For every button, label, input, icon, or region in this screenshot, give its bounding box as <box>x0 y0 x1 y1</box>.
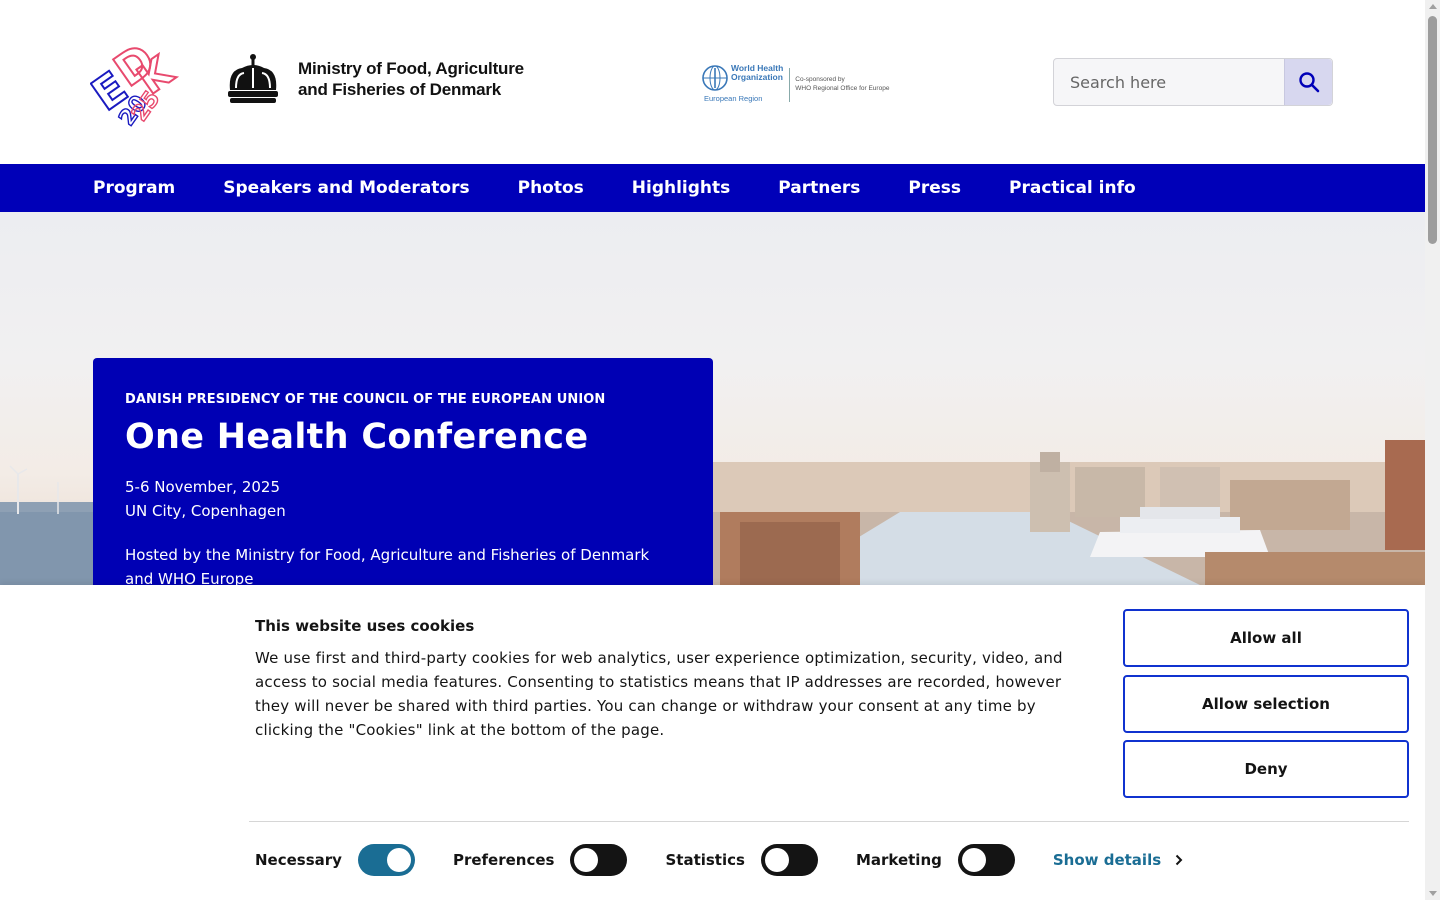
ministry-line1: Ministry of Food, Agriculture <box>298 59 524 78</box>
who-logo[interactable]: World Health Organization European Regio… <box>701 64 889 103</box>
hero-banner: DANISH PRESIDENCY OF THE COUNCIL OF THE … <box>0 212 1425 585</box>
toggle-label-preferences: Preferences <box>452 851 555 869</box>
toggle-statistics[interactable] <box>760 844 818 876</box>
nav-item-press[interactable]: Press <box>908 178 961 198</box>
hero-date: 5-6 November, 2025 <box>125 478 281 496</box>
hero-date-location: 5-6 November, 2025 UN City, Copenhagen <box>125 475 681 523</box>
hero-title: One Health Conference <box>125 417 589 457</box>
show-details-link[interactable]: Show details <box>1053 851 1183 869</box>
chevron-right-icon <box>1175 854 1183 866</box>
toggle-necessary[interactable] <box>357 844 415 876</box>
hero-card: DANISH PRESIDENCY OF THE COUNCIL OF THE … <box>93 358 713 585</box>
toggle-knob <box>574 848 599 872</box>
toggle-knob <box>961 848 986 872</box>
cookie-description: We use first and third-party cookies for… <box>255 649 1063 739</box>
scroll-thumb[interactable] <box>1428 16 1437 244</box>
search-button[interactable] <box>1284 59 1332 105</box>
who-emblem-icon <box>702 65 728 91</box>
search-box <box>1053 58 1333 106</box>
nav-item-partners[interactable]: Partners <box>778 178 860 198</box>
who-cosponsor: Co-sponsored by WHO Regional Office for … <box>795 75 889 93</box>
cookie-toggles: Necessary Preferences Statistics Marketi… <box>255 844 1183 876</box>
search-input[interactable] <box>1054 59 1284 105</box>
toggle-marketing[interactable] <box>957 844 1015 876</box>
toggle-knob <box>764 848 789 872</box>
ministry-name: Ministry of Food, Agriculture and Fisher… <box>298 58 524 100</box>
ministry-logo[interactable]: Ministry of Food, Agriculture and Fisher… <box>222 52 524 106</box>
nav-item-highlights[interactable]: Highlights <box>632 178 731 198</box>
site-header: E D K 20 25 Ministry of Food, Agricultur… <box>0 0 1425 164</box>
nav-item-program[interactable]: Program <box>93 178 175 198</box>
who-cospons-line1: Co-sponsored by <box>795 76 845 83</box>
toggle-knob <box>386 848 411 872</box>
hero-host: Hosted by the Ministry for Food, Agricul… <box>125 546 650 585</box>
scroll-down-arrow-icon[interactable] <box>1429 891 1437 896</box>
show-details-label: Show details <box>1052 851 1162 869</box>
scroll-up-arrow-icon[interactable] <box>1429 4 1437 9</box>
toggle-label-statistics: Statistics <box>665 851 745 869</box>
toggle-label-necessary: Necessary <box>255 851 342 869</box>
deny-button[interactable]: Deny <box>1123 740 1409 798</box>
who-line2: Organization <box>731 72 783 82</box>
allow-selection-button[interactable]: Allow selection <box>1123 675 1409 733</box>
ministry-line2: and Fisheries of Denmark <box>298 80 502 99</box>
toggle-label-marketing: Marketing <box>855 851 942 869</box>
main-nav: Program Speakers and Moderators Photos H… <box>0 164 1425 212</box>
hero-location: UN City, Copenhagen <box>125 502 286 520</box>
crown-icon <box>228 54 278 103</box>
who-separator <box>789 68 791 102</box>
who-region: European Region <box>704 94 763 103</box>
nav-item-speakers[interactable]: Speakers and Moderators <box>223 178 469 198</box>
who-name: World Health Organization <box>731 64 783 82</box>
cookie-title: This website uses cookies <box>255 617 475 635</box>
cookie-divider <box>249 821 1409 822</box>
allow-all-button[interactable]: Allow all <box>1123 609 1409 667</box>
who-cospons-line2: WHO Regional Office for Europe <box>795 85 890 92</box>
search-icon <box>1298 72 1319 93</box>
page-scrollbar[interactable] <box>1425 0 1440 900</box>
hero-eyebrow: DANISH PRESIDENCY OF THE COUNCIL OF THE … <box>125 392 606 407</box>
toggle-preferences[interactable] <box>570 844 628 876</box>
eu-presidency-logo[interactable]: E D K 20 25 <box>90 30 188 128</box>
nav-item-practical-info[interactable]: Practical info <box>1009 178 1136 198</box>
cookie-banner: This website uses cookies We use first a… <box>0 585 1425 900</box>
nav-item-photos[interactable]: Photos <box>518 178 584 198</box>
